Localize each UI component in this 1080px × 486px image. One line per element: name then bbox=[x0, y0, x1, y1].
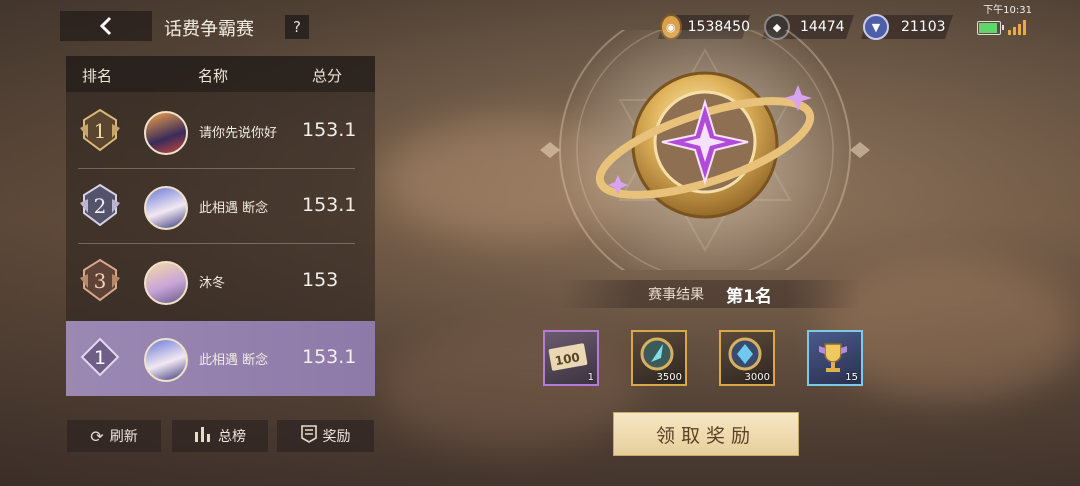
background-cloud bbox=[380, 330, 640, 450]
result-value: 第1名 bbox=[726, 286, 772, 307]
reward-item[interactable]: 15 bbox=[807, 330, 863, 386]
svg-text:3: 3 bbox=[94, 269, 107, 293]
battery-icon bbox=[977, 21, 1004, 35]
page-title: 话费争霸赛 bbox=[164, 19, 254, 40]
avatar bbox=[144, 261, 188, 305]
rank-medal-icon: 2 bbox=[78, 183, 122, 227]
refresh-label: 刷新 bbox=[109, 429, 138, 445]
player-name: 此相遇 断念 bbox=[199, 353, 269, 368]
player-score: 153.1 bbox=[302, 194, 357, 216]
back-button[interactable] bbox=[60, 11, 152, 41]
svg-text:1: 1 bbox=[94, 119, 107, 143]
player-name: 沐冬 bbox=[199, 276, 226, 291]
table-row[interactable]: 1 请你先说你好 153.1 bbox=[66, 94, 375, 169]
total-board-button[interactable]: 总榜 bbox=[172, 420, 268, 452]
status-time: 下午10:31 bbox=[983, 5, 1032, 16]
player-name: 此相遇 断念 bbox=[199, 201, 269, 216]
reward-list-icon bbox=[300, 425, 317, 447]
svg-text:2: 2 bbox=[94, 194, 107, 218]
currency-tokens[interactable]: ▼ 21103 bbox=[861, 14, 953, 40]
column-name: 名称 bbox=[198, 67, 229, 85]
signal-icon bbox=[1008, 20, 1026, 35]
table-row[interactable]: 2 此相遇 断念 153.1 bbox=[66, 169, 375, 244]
rank-medal-icon: 1 bbox=[78, 108, 122, 152]
reward-count: 1 bbox=[587, 372, 594, 383]
column-rank: 排名 bbox=[82, 67, 113, 85]
voucher-icon: 100 bbox=[548, 343, 588, 371]
help-button[interactable]: ? bbox=[285, 15, 309, 39]
claim-reward-button[interactable]: 领取奖励 bbox=[613, 412, 799, 456]
reward-count: 15 bbox=[845, 372, 858, 383]
reward-item[interactable]: 3500 bbox=[631, 330, 687, 386]
rank-emblem bbox=[540, 0, 870, 300]
reward-item[interactable]: 100 1 bbox=[543, 330, 599, 386]
currency-value: 21103 bbox=[901, 19, 946, 35]
column-score: 总分 bbox=[312, 67, 343, 85]
reward-item[interactable]: 3000 bbox=[719, 330, 775, 386]
total-board-label: 总榜 bbox=[218, 429, 246, 445]
refresh-icon: ⟳ bbox=[90, 426, 104, 446]
avatar bbox=[144, 111, 188, 155]
avatar bbox=[144, 186, 188, 230]
rank-diamond-icon: 1 bbox=[78, 335, 122, 379]
my-rank-row[interactable]: 1 此相遇 断念 153.1 bbox=[66, 321, 375, 396]
refresh-button[interactable]: ⟳ 刷新 bbox=[67, 420, 161, 452]
player-name: 请你先说你好 bbox=[199, 126, 278, 141]
leaderboard-header: 排名 名称 总分 bbox=[66, 56, 375, 92]
player-score: 153 bbox=[302, 269, 339, 291]
svg-text:1: 1 bbox=[94, 347, 106, 369]
reward-count: 3500 bbox=[656, 372, 682, 383]
player-score: 153.1 bbox=[302, 346, 357, 368]
player-score: 153.1 bbox=[302, 119, 357, 141]
table-row[interactable]: 3 沐冬 153 bbox=[66, 244, 375, 319]
rewards-label: 奖励 bbox=[322, 429, 351, 445]
rewards-button[interactable]: 奖励 bbox=[277, 420, 374, 452]
match-result: 赛事结果 第1名 bbox=[560, 280, 860, 308]
bar-chart-icon bbox=[194, 426, 212, 446]
leaderboard-panel: 排名 名称 总分 1 请你先说你好 153.1 2 此相遇 断念 153.1 3… bbox=[66, 56, 375, 396]
rank-medal-icon: 3 bbox=[78, 258, 122, 302]
result-label: 赛事结果 bbox=[648, 287, 705, 303]
chevron-left-icon bbox=[99, 16, 112, 36]
avatar bbox=[144, 338, 188, 382]
reward-count: 3000 bbox=[744, 372, 770, 383]
